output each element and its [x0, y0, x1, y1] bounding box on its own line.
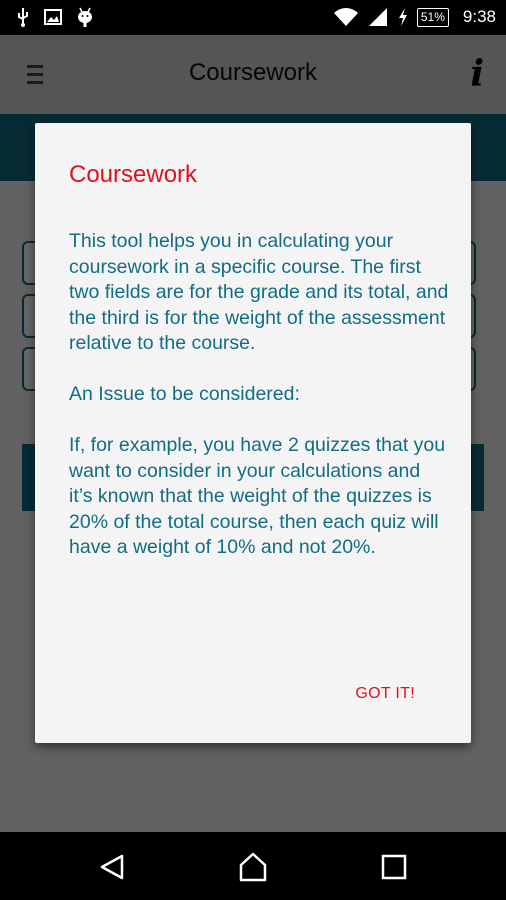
dialog-body: This tool helps you in calculating your …	[69, 229, 449, 586]
wifi-icon	[333, 8, 358, 26]
usb-icon	[18, 8, 28, 27]
recents-icon[interactable]	[379, 852, 409, 882]
info-dialog: Coursework This tool helps you in calcul…	[35, 123, 471, 743]
navigation-bar	[0, 832, 506, 900]
signal-icon	[368, 8, 387, 26]
home-icon[interactable]	[238, 852, 268, 882]
got-it-button[interactable]: GOT IT!	[355, 685, 415, 703]
charging-icon	[398, 8, 407, 26]
image-icon	[44, 9, 62, 25]
dialog-title: Coursework	[69, 161, 198, 188]
android-icon	[78, 7, 92, 27]
status-system: 51% 9:38	[333, 6, 496, 28]
dialog-paragraph-description: This tool helps you in calculating your …	[69, 230, 449, 354]
battery-indicator: 51%	[416, 7, 449, 27]
status-notifications	[16, 6, 94, 28]
dialog-paragraph-example: If, for example, you have 2 quizzes that…	[69, 434, 446, 558]
back-icon[interactable]	[98, 852, 128, 882]
status-bar: 51% 9:38	[0, 0, 506, 35]
status-time: 9:38	[462, 7, 496, 26]
dialog-paragraph-issue-heading: An Issue to be considered:	[69, 383, 300, 405]
